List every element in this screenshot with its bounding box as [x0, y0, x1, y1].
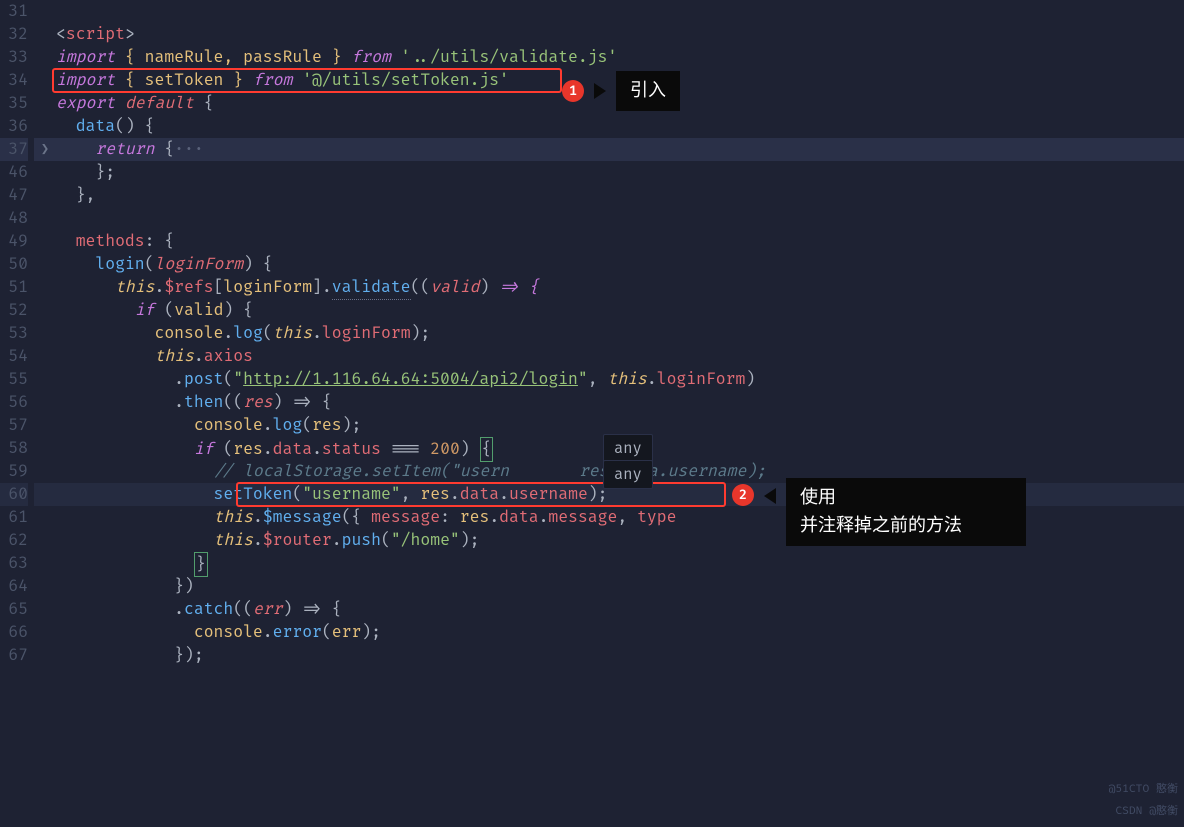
line-number: 61 [0, 506, 28, 529]
code-line: return {··· [56, 138, 1184, 161]
line-number: 33 [0, 46, 28, 69]
annotation-text: 使用 并注释掉之前的方法 [786, 478, 1026, 546]
annotation-callout-1: 1 引入 [562, 71, 680, 111]
line-number: 32 [0, 23, 28, 46]
code-line: this.axios [56, 345, 1184, 368]
line-number: 67 [0, 644, 28, 667]
code-line: if (valid) { [56, 299, 1184, 322]
code-line: }) [56, 575, 1184, 598]
callout-arrow-icon [594, 83, 606, 99]
line-number-gutter: 31 32 33 34 35 36 37 46 47 48 49 50 51 5… [0, 0, 34, 827]
line-number: 64 [0, 575, 28, 598]
code-line: login(loginForm) { [56, 253, 1184, 276]
watermark: CSDN @憨衡 [1115, 800, 1178, 823]
line-number: 34 [0, 69, 28, 92]
annotation-badge: 2 [732, 484, 754, 506]
callout-arrow-icon [764, 488, 776, 504]
code-editor: 31 32 33 34 35 36 37 46 47 48 49 50 51 5… [0, 0, 1184, 827]
annotation-text: 引入 [616, 71, 680, 111]
code-line: .post("http://1.116.64.64:5004/api2/logi… [56, 368, 1184, 391]
code-line: }, [56, 184, 1184, 207]
fold-icon[interactable]: ❯ [34, 138, 56, 161]
code-line: console.log(this.loginForm); [56, 322, 1184, 345]
code-line: <script> [56, 23, 1184, 46]
line-number: 36 [0, 115, 28, 138]
line-number: 37 [0, 138, 28, 161]
watermark: @51CTO 憨衡 [1109, 778, 1178, 801]
hover-tooltip: any [603, 434, 653, 463]
code-line: import { nameRule, passRule } from '../u… [56, 46, 1184, 69]
line-number: 31 [0, 0, 28, 23]
line-number: 48 [0, 207, 28, 230]
line-number: 59 [0, 460, 28, 483]
line-number: 46 [0, 161, 28, 184]
line-number: 57 [0, 414, 28, 437]
line-number: 63 [0, 552, 28, 575]
code-line: }); [56, 644, 1184, 667]
annotation-callout-2: 2 使用 并注释掉之前的方法 [732, 478, 1026, 546]
code-line: methods: { [56, 230, 1184, 253]
code-line: } [56, 552, 1184, 575]
line-number: 65 [0, 598, 28, 621]
line-number: 51 [0, 276, 28, 299]
line-number: 56 [0, 391, 28, 414]
code-line: }; [56, 161, 1184, 184]
line-number: 55 [0, 368, 28, 391]
line-number: 47 [0, 184, 28, 207]
code-line [56, 207, 1184, 230]
line-number: 53 [0, 322, 28, 345]
line-number: 35 [0, 92, 28, 115]
fold-gutter: ❯ [34, 0, 56, 827]
line-number: 58 [0, 437, 28, 460]
code-line [56, 0, 1184, 23]
code-line: .catch((err) => { [56, 598, 1184, 621]
line-number: 66 [0, 621, 28, 644]
annotation-badge: 1 [562, 80, 584, 102]
code-line: this.$refs[loginForm].validate((valid) =… [56, 276, 1184, 299]
line-number: 60 [0, 483, 28, 506]
line-number: 62 [0, 529, 28, 552]
code-line: data() { [56, 115, 1184, 138]
line-number: 50 [0, 253, 28, 276]
code-line: .then((res) => { [56, 391, 1184, 414]
line-number: 54 [0, 345, 28, 368]
line-number: 49 [0, 230, 28, 253]
code-line: console.error(err); [56, 621, 1184, 644]
code-area[interactable]: <script> import { nameRule, passRule } f… [56, 0, 1184, 827]
hover-tooltip: any [603, 460, 653, 489]
line-number: 52 [0, 299, 28, 322]
